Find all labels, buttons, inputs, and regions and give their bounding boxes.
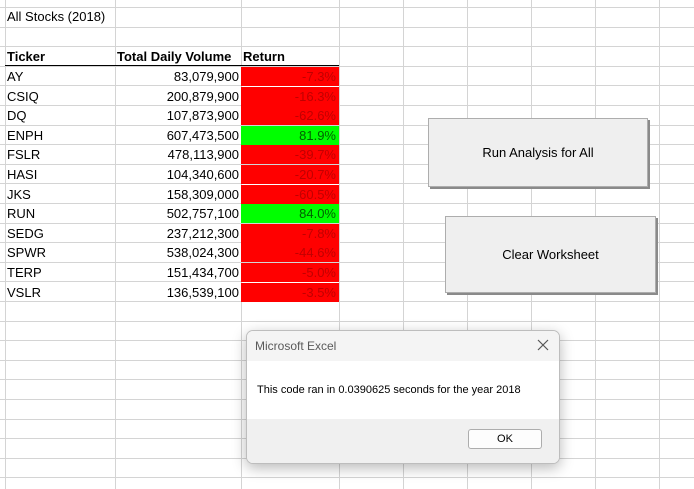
clear-worksheet-button[interactable]: Clear Worksheet (445, 216, 656, 293)
return-cell[interactable]: -7.8% (241, 224, 339, 243)
dialog-title-bar[interactable]: Microsoft Excel (247, 331, 559, 361)
run-analysis-for-all-button[interactable]: Run Analysis for All (428, 118, 648, 187)
column-gridline (659, 0, 660, 489)
volume-cell[interactable]: 200,879,900 (115, 87, 241, 106)
row-gridline (0, 321, 694, 322)
ticker-cell[interactable]: VSLR (5, 283, 115, 302)
row-gridline (0, 27, 694, 28)
ticker-cell[interactable]: HASI (5, 165, 115, 184)
ok-button[interactable]: OK (468, 429, 542, 449)
volume-cell[interactable]: 107,873,900 (115, 106, 241, 125)
header-ticker[interactable]: Ticker (5, 47, 115, 66)
volume-cell[interactable]: 83,079,900 (115, 67, 241, 86)
return-cell[interactable]: -62.6% (241, 106, 339, 125)
return-cell[interactable]: 81.9% (241, 126, 339, 145)
close-icon[interactable] (535, 337, 551, 353)
return-cell[interactable]: -5.0% (241, 263, 339, 282)
dialog-footer: OK (247, 419, 559, 463)
ticker-cell[interactable]: ENPH (5, 126, 115, 145)
header-return[interactable]: Return (241, 47, 339, 66)
dialog-title: Microsoft Excel (255, 339, 337, 353)
row-gridline (0, 477, 694, 478)
run-analysis-for-all-label: Run Analysis for All (482, 145, 594, 160)
return-cell[interactable]: -7.3% (241, 67, 339, 86)
header-total-daily-volume[interactable]: Total Daily Volume (115, 47, 241, 66)
ticker-cell[interactable]: SPWR (5, 243, 115, 262)
ticker-cell[interactable]: TERP (5, 263, 115, 282)
volume-cell[interactable]: 607,473,500 (115, 126, 241, 145)
ticker-cell[interactable]: RUN (5, 204, 115, 223)
dialog-message: This code ran in 0.0390625 seconds for t… (257, 384, 521, 396)
volume-cell[interactable]: 538,024,300 (115, 243, 241, 262)
volume-cell[interactable]: 136,539,100 (115, 283, 241, 302)
clear-worksheet-label: Clear Worksheet (502, 247, 599, 262)
ticker-cell[interactable]: DQ (5, 106, 115, 125)
volume-cell[interactable]: 151,434,700 (115, 263, 241, 282)
ticker-cell[interactable]: FSLR (5, 145, 115, 164)
volume-cell[interactable]: 158,309,000 (115, 185, 241, 204)
ticker-cell[interactable]: AY (5, 67, 115, 86)
return-cell[interactable]: -39.7% (241, 145, 339, 164)
volume-cell[interactable]: 478,113,900 (115, 145, 241, 164)
return-cell[interactable]: -60.5% (241, 185, 339, 204)
volume-cell[interactable]: 237,212,300 (115, 224, 241, 243)
sheet-title-cell[interactable]: All Stocks (2018) (5, 7, 115, 26)
return-cell[interactable]: -3.5% (241, 283, 339, 302)
return-cell[interactable]: -16.3% (241, 87, 339, 106)
ticker-cell[interactable]: SEDG (5, 224, 115, 243)
ticker-cell[interactable]: CSIQ (5, 87, 115, 106)
volume-cell[interactable]: 104,340,600 (115, 165, 241, 184)
volume-cell[interactable]: 502,757,100 (115, 204, 241, 223)
message-dialog: Microsoft Excel This code ran in 0.03906… (246, 330, 560, 464)
return-cell[interactable]: 84.0% (241, 204, 339, 223)
return-cell[interactable]: -20.7% (241, 165, 339, 184)
ticker-cell[interactable]: JKS (5, 185, 115, 204)
dialog-body: This code ran in 0.0390625 seconds for t… (247, 361, 559, 419)
return-cell[interactable]: -44.6% (241, 243, 339, 262)
